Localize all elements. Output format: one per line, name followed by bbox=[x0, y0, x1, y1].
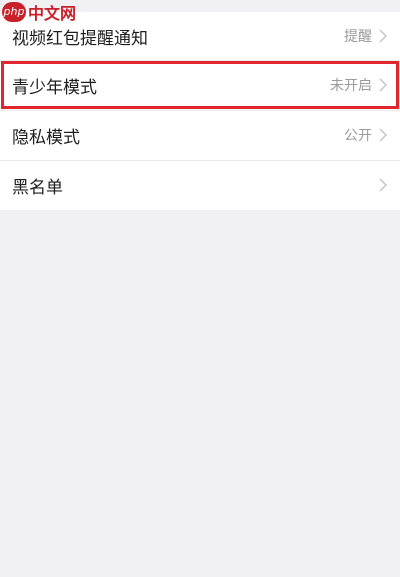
settings-item-teen-mode[interactable]: 青少年模式 未开启 bbox=[0, 60, 400, 110]
settings-item-value: 提醒 bbox=[344, 29, 372, 45]
php-logo: php bbox=[2, 2, 26, 22]
settings-item-label: 黑名单 bbox=[12, 177, 63, 198]
chevron-right-icon bbox=[378, 177, 388, 193]
settings-item-label: 青少年模式 bbox=[12, 77, 97, 98]
settings-item-value: 公开 bbox=[344, 128, 372, 144]
settings-item-value: 未开启 bbox=[330, 78, 372, 94]
settings-item-privacy-mode[interactable]: 隐私模式 公开 bbox=[0, 110, 400, 160]
watermark-text: 中文网 bbox=[28, 4, 77, 23]
chevron-right-icon bbox=[378, 28, 388, 44]
settings-screen: php 中文网 视频红包提醒通知 提醒 青少年模式 未开启 隐私模式 公开 黑名… bbox=[0, 0, 400, 577]
settings-item-label: 隐私模式 bbox=[12, 127, 80, 148]
settings-list: 视频红包提醒通知 提醒 青少年模式 未开启 隐私模式 公开 黑名单 bbox=[0, 12, 400, 210]
settings-item-label: 视频红包提醒通知 bbox=[12, 28, 148, 49]
chevron-right-icon bbox=[378, 77, 388, 93]
php-cn-watermark: php 中文网 bbox=[2, 0, 76, 24]
chevron-right-icon bbox=[378, 127, 388, 143]
settings-item-blacklist[interactable]: 黑名单 bbox=[0, 160, 400, 210]
